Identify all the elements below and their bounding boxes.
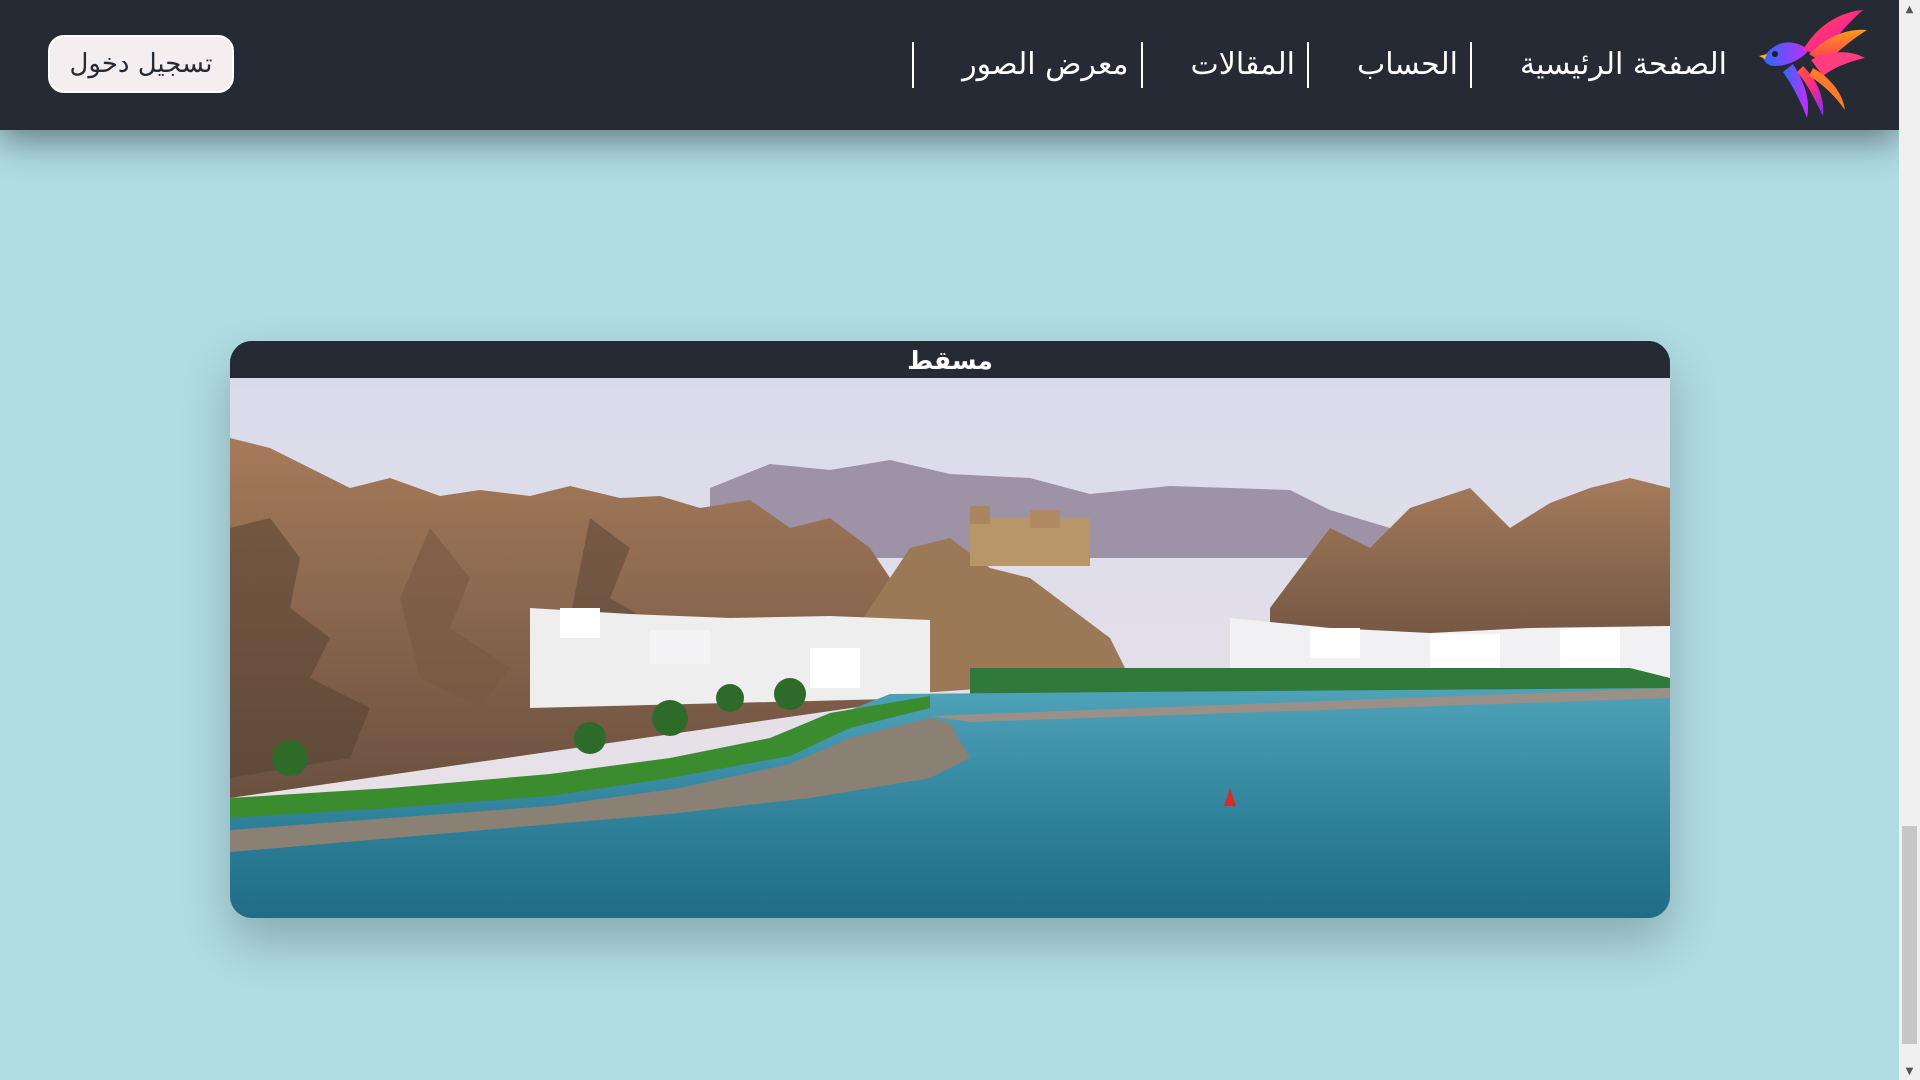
nav-account-link[interactable]: الحساب	[1307, 42, 1470, 88]
nav-articles-link[interactable]: المقالات	[1140, 42, 1308, 88]
card-title: مسقط	[230, 341, 1670, 378]
nav-gallery-link[interactable]: معرض الصور	[912, 42, 1140, 88]
page: الصفحة الرئيسية الحساب المقالات معرض الص…	[0, 0, 1899, 1080]
phoenix-bird-icon[interactable]	[1753, 6, 1869, 122]
scroll-down-arrow-icon[interactable]: ▼	[1899, 1062, 1920, 1080]
scroll-up-arrow-icon[interactable]: ▲	[1899, 0, 1920, 18]
muscat-coastline-photo	[230, 378, 1670, 918]
login-button[interactable]: تسجيل دخول	[46, 33, 236, 95]
scroll-thumb[interactable]	[1902, 826, 1917, 1044]
top-navbar: الصفحة الرئيسية الحساب المقالات معرض الص…	[0, 0, 1899, 130]
nav-home-link[interactable]: الصفحة الرئيسية	[1470, 42, 1739, 88]
gallery-card: مسقط	[230, 341, 1670, 918]
main-nav: الصفحة الرئيسية الحساب المقالات معرض الص…	[912, 40, 1739, 90]
vertical-scrollbar[interactable]: ▲ ▼	[1899, 0, 1920, 1080]
